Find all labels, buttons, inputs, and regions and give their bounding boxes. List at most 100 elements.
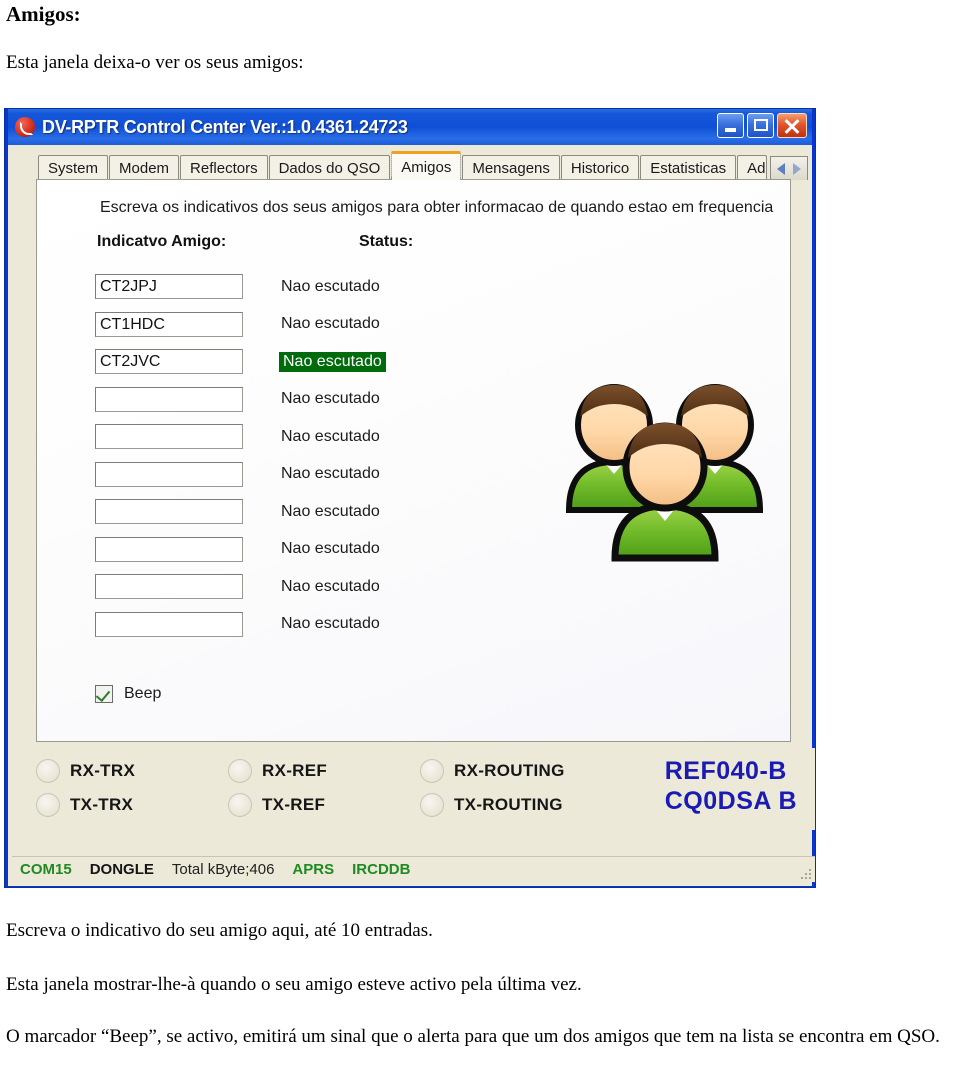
led-indicator-icon: [420, 759, 444, 783]
window-controls: [717, 113, 807, 138]
paragraph-2: Esta janela mostrar-lhe-à quando o seu a…: [6, 974, 582, 995]
status-dongle: DONGLE: [89, 861, 154, 878]
led-label: TX-REF: [262, 795, 326, 814]
friends-list: CT2JPJ Nao escutado CT1HDC Nao escutado …: [95, 268, 386, 643]
tab-amigos[interactable]: Amigos: [391, 151, 462, 180]
led-label: RX-TRX: [70, 761, 136, 780]
maximize-button[interactable]: [747, 113, 774, 138]
led-tx-ref[interactable]: TX-REF: [228, 793, 420, 817]
led-rx-ref[interactable]: RX-REF: [228, 759, 420, 783]
friend-callsign-input-5[interactable]: [95, 424, 243, 450]
check-icon: [95, 686, 111, 703]
led-label: TX-TRX: [70, 795, 134, 814]
resize-grip-icon[interactable]: [797, 865, 811, 879]
led-indicator-icon: [420, 793, 444, 817]
tab-adr[interactable]: Adr: [737, 155, 767, 180]
beep-checkbox[interactable]: [95, 685, 113, 703]
minimize-icon: [725, 128, 736, 132]
status-total-kbytes: Total kByte;406: [171, 861, 275, 878]
led-indicator-icon: [36, 759, 60, 783]
reflector-line-2: CQ0DSA B: [664, 787, 797, 815]
friend-callsign-input-8[interactable]: [95, 536, 243, 562]
friend-row: Nao escutado: [95, 418, 386, 456]
friend-callsign-input-4[interactable]: [95, 386, 243, 412]
led-rx-routing[interactable]: RX-ROUTING: [420, 759, 612, 783]
tab-estatisticas[interactable]: Estatisticas: [640, 155, 737, 180]
antenna-icon: [15, 117, 35, 137]
friend-callsign-input-3[interactable]: CT2JVC: [95, 349, 243, 375]
led-indicator-icon: [228, 759, 252, 783]
tab-system[interactable]: System: [38, 155, 109, 180]
friends-group-icon: [565, 384, 764, 562]
led-indicator-icon: [36, 793, 60, 817]
beep-label: Beep: [124, 685, 162, 702]
tab-dados-do-qso[interactable]: Dados do QSO: [268, 155, 391, 180]
friend-row: CT2JVC Nao escutado: [95, 343, 386, 381]
reflector-line-1: REF040-B: [664, 757, 787, 785]
maximize-icon: [754, 119, 768, 131]
friend-callsign-input-9[interactable]: [95, 574, 243, 600]
led-tx-trx[interactable]: TX-TRX: [36, 793, 228, 817]
status-aprs: APRS: [292, 861, 335, 878]
friend-status-3: Nao escutado: [279, 351, 386, 372]
led-tx-routing[interactable]: TX-ROUTING: [420, 793, 612, 817]
tab-historico[interactable]: Historico: [560, 155, 640, 180]
person-front-center: [611, 422, 719, 562]
status-bar: COM15 DONGLE Total kByte;406 APRS IRCDDB: [12, 856, 815, 882]
friend-callsign-input-2[interactable]: CT1HDC: [95, 311, 243, 337]
page-title: Amigos:: [6, 2, 81, 26]
window-body: System Modem Reflectors Dados do QSO Ami…: [8, 145, 815, 886]
window-title: DV-RPTR Control Center Ver.:1.0.4361.247…: [42, 116, 408, 137]
led-indicator-icon: [228, 793, 252, 817]
friend-row: Nao escutado: [95, 606, 386, 644]
friend-row: Nao escutado: [95, 381, 386, 419]
tab-reflectors[interactable]: Reflectors: [180, 155, 268, 180]
friend-status-7: Nao escutado: [281, 502, 380, 520]
led-label: TX-ROUTING: [454, 795, 563, 814]
friend-status-5: Nao escutado: [281, 427, 380, 445]
tab-mensagens[interactable]: Mensagens: [462, 155, 560, 180]
tab-scroll-buttons: [770, 156, 808, 180]
status-footer: RX-TRX RX-REF RX-ROUTING TX-TRX TX-REF T…: [12, 748, 815, 830]
beep-checkbox-row[interactable]: Beep: [95, 685, 161, 703]
tab-modem[interactable]: Modem: [109, 155, 180, 180]
friend-row: Nao escutado: [95, 456, 386, 494]
status-ircddb: IRCDDB: [352, 861, 411, 878]
window-titlebar[interactable]: DV-RPTR Control Center Ver.:1.0.4361.247…: [8, 109, 812, 145]
friend-row: Nao escutado: [95, 493, 386, 531]
app-window: DV-RPTR Control Center Ver.:1.0.4361.247…: [4, 108, 816, 888]
friend-status-10: Nao escutado: [281, 615, 380, 633]
friend-row: Nao escutado: [95, 531, 386, 569]
led-row-tx: TX-TRX TX-REF TX-ROUTING: [36, 788, 612, 822]
tab-strip: System Modem Reflectors Dados do QSO Ami…: [12, 150, 808, 180]
friend-row: CT1HDC Nao escutado: [95, 306, 386, 344]
close-button[interactable]: [777, 113, 807, 138]
intro-paragraph: Esta janela deixa-o ver os seus amigos:: [6, 52, 304, 73]
friend-row: CT2JPJ Nao escutado: [95, 268, 386, 306]
friend-callsign-input-1[interactable]: CT2JPJ: [95, 274, 243, 300]
amigos-panel: Escreva os indicativos dos seus amigos p…: [36, 179, 791, 742]
led-row-rx: RX-TRX RX-REF RX-ROUTING: [36, 754, 612, 788]
friend-callsign-input-7[interactable]: [95, 499, 243, 525]
friend-status-6: Nao escutado: [281, 465, 380, 483]
friend-callsign-input-6[interactable]: [95, 461, 243, 487]
led-rx-trx[interactable]: RX-TRX: [36, 759, 228, 783]
friend-status-1: Nao escutado: [281, 277, 380, 295]
chevron-left-icon[interactable]: [777, 162, 785, 175]
friend-status-9: Nao escutado: [281, 577, 380, 595]
led-label: RX-REF: [262, 761, 328, 780]
minimize-button[interactable]: [717, 113, 744, 138]
status-com-port: COM15: [20, 861, 72, 878]
column-header-status: Status:: [359, 233, 414, 250]
led-grid: RX-TRX RX-REF RX-ROUTING TX-TRX TX-REF T…: [36, 754, 612, 822]
friend-status-2: Nao escutado: [281, 315, 380, 333]
friend-status-4: Nao escutado: [281, 390, 380, 408]
friend-status-8: Nao escutado: [281, 540, 380, 558]
friend-row: Nao escutado: [95, 568, 386, 606]
reflector-display: REF040-B CQ0DSA B: [665, 756, 797, 816]
friend-callsign-input-10[interactable]: [95, 611, 243, 637]
panel-hint: Escreva os indicativos dos seus amigos p…: [100, 199, 774, 216]
chevron-right-icon[interactable]: [793, 162, 801, 175]
led-label: RX-ROUTING: [454, 761, 565, 780]
paragraph-3: O marcador “Beep”, se activo, emitirá um…: [6, 1026, 940, 1047]
